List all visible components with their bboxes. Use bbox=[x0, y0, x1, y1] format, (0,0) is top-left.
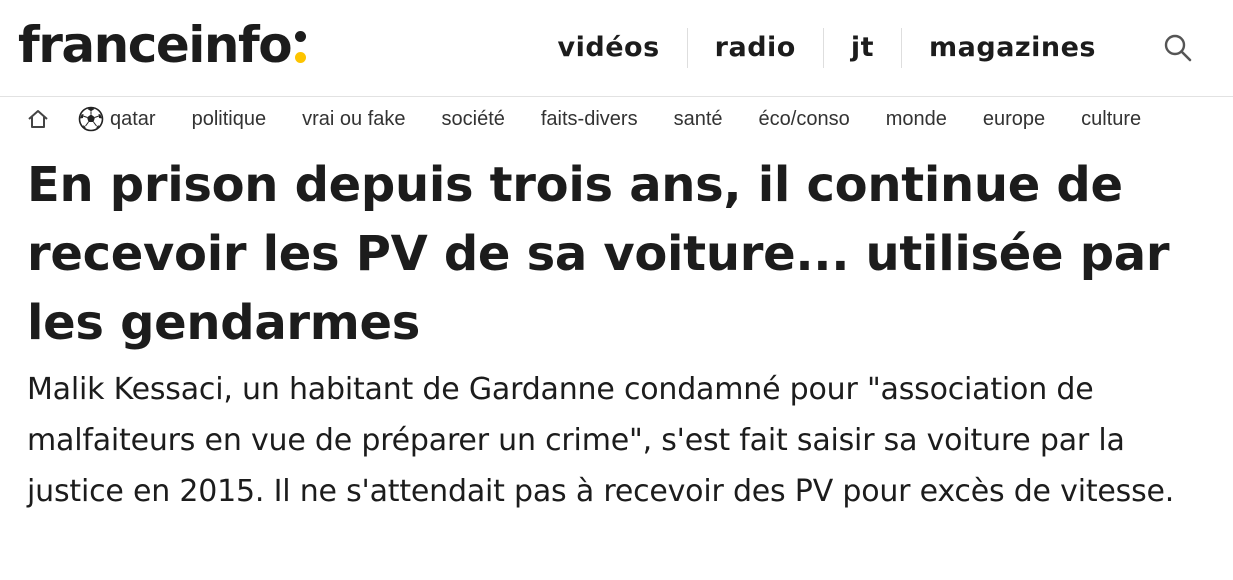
rubric-faits-divers[interactable]: faits-divers bbox=[541, 108, 638, 131]
rubric-monde[interactable]: monde bbox=[886, 108, 947, 131]
nav-magazines[interactable]: magazines bbox=[901, 28, 1123, 68]
rubric-bar: qatar politique vrai ou fake société fai… bbox=[0, 97, 1233, 141]
home-icon[interactable] bbox=[26, 107, 50, 131]
nav-jt[interactable]: jt bbox=[822, 28, 901, 68]
nav-radio[interactable]: radio bbox=[686, 28, 823, 68]
article: En prison depuis trois ans, il continue … bbox=[0, 141, 1233, 517]
logo-text: franceinfo bbox=[18, 16, 293, 74]
nav-videos[interactable]: vidéos bbox=[531, 28, 687, 68]
article-title: En prison depuis trois ans, il continue … bbox=[27, 157, 1170, 351]
rubric-politique[interactable]: politique bbox=[192, 108, 267, 131]
logo-colon-icon bbox=[295, 30, 307, 63]
football-icon bbox=[78, 106, 104, 132]
search-icon[interactable] bbox=[1163, 33, 1193, 63]
main-nav: vidéos radio jt magazines bbox=[531, 0, 1123, 96]
site-header: franceinfo vidéos radio jt magazines bbox=[0, 0, 1233, 97]
rubric-europe[interactable]: europe bbox=[983, 108, 1045, 131]
rubric-culture[interactable]: culture bbox=[1081, 108, 1141, 131]
rubric-vrai-ou-fake[interactable]: vrai ou fake bbox=[302, 108, 405, 131]
rubric-eco-conso[interactable]: éco/conso bbox=[759, 108, 850, 131]
rubric-qatar[interactable]: qatar bbox=[78, 106, 156, 132]
rubric-sante[interactable]: santé bbox=[674, 108, 723, 131]
article-lead: Malik Kessaci, un habitant de Gardanne c… bbox=[27, 372, 1175, 509]
rubric-label: qatar bbox=[110, 107, 156, 130]
franceinfo-logo[interactable]: franceinfo bbox=[18, 14, 307, 76]
rubric-societe[interactable]: société bbox=[442, 108, 505, 131]
